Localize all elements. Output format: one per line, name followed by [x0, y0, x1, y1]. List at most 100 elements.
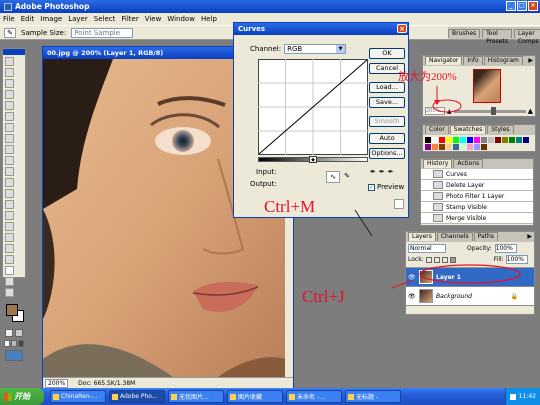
- navigator-zoom-field[interactable]: 200%: [425, 107, 445, 115]
- color-swatch[interactable]: [460, 144, 466, 150]
- path-selection-icon[interactable]: [5, 211, 14, 220]
- magic-wand-tool-icon[interactable]: [5, 90, 14, 99]
- color-swatch[interactable]: [425, 144, 431, 150]
- history-item[interactable]: Merge Visible: [421, 213, 533, 224]
- lock-image-icon[interactable]: [433, 256, 440, 263]
- color-swatch[interactable]: [495, 137, 501, 143]
- color-swatch[interactable]: [446, 144, 452, 150]
- color-swatch[interactable]: [453, 144, 459, 150]
- tab-info[interactable]: Info: [463, 56, 483, 65]
- color-swatch[interactable]: [467, 144, 473, 150]
- tab-styles[interactable]: Styles: [487, 125, 514, 134]
- sample-size-select[interactable]: Point Sample: [71, 27, 134, 38]
- color-swatch[interactable]: [502, 137, 508, 143]
- move-tool-icon[interactable]: [5, 57, 14, 66]
- color-swatch[interactable]: [467, 137, 473, 143]
- ok-button[interactable]: OK: [369, 48, 405, 59]
- tab-history[interactable]: History: [423, 159, 453, 168]
- color-swatch[interactable]: [516, 137, 522, 143]
- smooth-button[interactable]: Smooth: [369, 116, 405, 127]
- foreground-color-swatch[interactable]: [6, 304, 18, 316]
- zoom-out-icon[interactable]: ▲: [447, 108, 452, 115]
- opacity-field[interactable]: 100%: [494, 244, 517, 253]
- healing-brush-icon[interactable]: [5, 123, 14, 132]
- curve-pencil-toggle-icon[interactable]: ∿: [326, 171, 340, 183]
- shape-tool-icon[interactable]: [5, 244, 14, 253]
- lock-all-icon[interactable]: [449, 256, 456, 263]
- history-brush-icon[interactable]: [5, 156, 14, 165]
- hand-tool-icon[interactable]: [5, 277, 14, 286]
- lock-transparency-icon[interactable]: [425, 256, 432, 263]
- curves-close-icon[interactable]: ×: [397, 24, 407, 33]
- menu-filter[interactable]: Filter: [121, 15, 138, 23]
- tab-actions[interactable]: Actions: [453, 159, 484, 168]
- color-swatch[interactable]: [474, 137, 480, 143]
- blur-tool-icon[interactable]: [5, 189, 14, 198]
- pen-tool-icon[interactable]: [5, 233, 14, 242]
- network-icon[interactable]: [509, 393, 516, 400]
- crop-tool-icon[interactable]: [5, 101, 14, 110]
- history-item[interactable]: Stamp Visible: [421, 202, 533, 213]
- tab-histogram[interactable]: Histogram: [483, 56, 523, 65]
- pencil-tool-icon[interactable]: ✎: [342, 171, 352, 183]
- tab-channels[interactable]: Channels: [436, 232, 473, 241]
- menu-file[interactable]: File: [3, 15, 15, 23]
- history-item[interactable]: Delete Layer: [421, 180, 533, 191]
- menu-window[interactable]: Window: [167, 15, 195, 23]
- history-item[interactable]: Photo Filter 1 Layer: [421, 191, 533, 202]
- save-button[interactable]: Save...: [369, 97, 405, 108]
- color-swatch[interactable]: [432, 144, 438, 150]
- menu-edit[interactable]: Edit: [21, 15, 35, 23]
- taskbar-button[interactable]: Adobe Pho...: [109, 390, 165, 403]
- eyedropper-icon[interactable]: ✎: [4, 27, 16, 38]
- well-tab-tool-presets[interactable]: Tool Presets: [482, 29, 512, 45]
- color-swatch[interactable]: [460, 137, 466, 143]
- auto-button[interactable]: Auto: [369, 133, 405, 144]
- eye-icon[interactable]: 👁: [408, 274, 416, 281]
- eye-icon[interactable]: 👁: [408, 293, 416, 300]
- curve-arrows-icon[interactable]: ◆: [309, 156, 317, 163]
- gradient-tool-icon[interactable]: [5, 178, 14, 187]
- color-swatch[interactable]: [481, 144, 487, 150]
- jump-to-imageready-icon[interactable]: [5, 350, 23, 361]
- taskbar-button[interactable]: 未命名 -...: [286, 390, 342, 403]
- start-button[interactable]: 开始: [0, 388, 44, 405]
- screen-mode-full-icon[interactable]: [18, 340, 24, 347]
- maximize-button[interactable]: □: [517, 1, 527, 11]
- layer-name[interactable]: Background: [436, 293, 472, 300]
- zoom-slider-thumb[interactable]: [491, 106, 497, 115]
- close-button[interactable]: ×: [528, 1, 538, 11]
- quick-mask-icon[interactable]: [15, 329, 23, 337]
- notes-tool-icon[interactable]: [5, 255, 14, 264]
- channel-select[interactable]: RGB ▼: [284, 44, 347, 54]
- tab-color[interactable]: Color: [425, 125, 449, 134]
- menu-image[interactable]: Image: [40, 15, 62, 23]
- color-swatch[interactable]: [453, 137, 459, 143]
- navigator-thumbnail[interactable]: [473, 69, 501, 103]
- lasso-tool-icon[interactable]: [5, 79, 14, 88]
- color-swatch[interactable]: [439, 144, 445, 150]
- taskbar-button[interactable]: 图片收藏: [227, 390, 283, 403]
- screen-mode-standard-icon[interactable]: [4, 340, 10, 347]
- color-swatch[interactable]: [425, 137, 431, 143]
- color-swatch[interactable]: [474, 144, 480, 150]
- eraser-tool-icon[interactable]: [5, 167, 14, 176]
- type-tool-icon[interactable]: [5, 222, 14, 231]
- menu-layer[interactable]: Layer: [68, 15, 88, 23]
- history-item[interactable]: Curves: [421, 169, 533, 180]
- taskbar-button[interactable]: 无忧图片...: [168, 390, 224, 403]
- gray-eyedropper-icon[interactable]: ✒: [379, 168, 385, 176]
- white-eyedropper-icon[interactable]: ✒: [388, 168, 394, 176]
- navigator-menu-icon[interactable]: ▶: [528, 57, 533, 64]
- zoom-level[interactable]: 200%: [45, 378, 69, 388]
- lock-position-icon[interactable]: [441, 256, 448, 263]
- standard-mode-icon[interactable]: [5, 329, 13, 337]
- menu-view[interactable]: View: [145, 15, 162, 23]
- options-button[interactable]: Options...: [369, 148, 405, 159]
- tab-swatches[interactable]: Swatches: [449, 125, 487, 134]
- menu-select[interactable]: Select: [94, 15, 116, 23]
- eyedropper-tool-icon[interactable]: [5, 266, 14, 275]
- clone-stamp-icon[interactable]: [5, 145, 14, 154]
- layers-menu-icon[interactable]: ▶: [527, 233, 532, 240]
- tab-layers[interactable]: Layers: [408, 232, 436, 241]
